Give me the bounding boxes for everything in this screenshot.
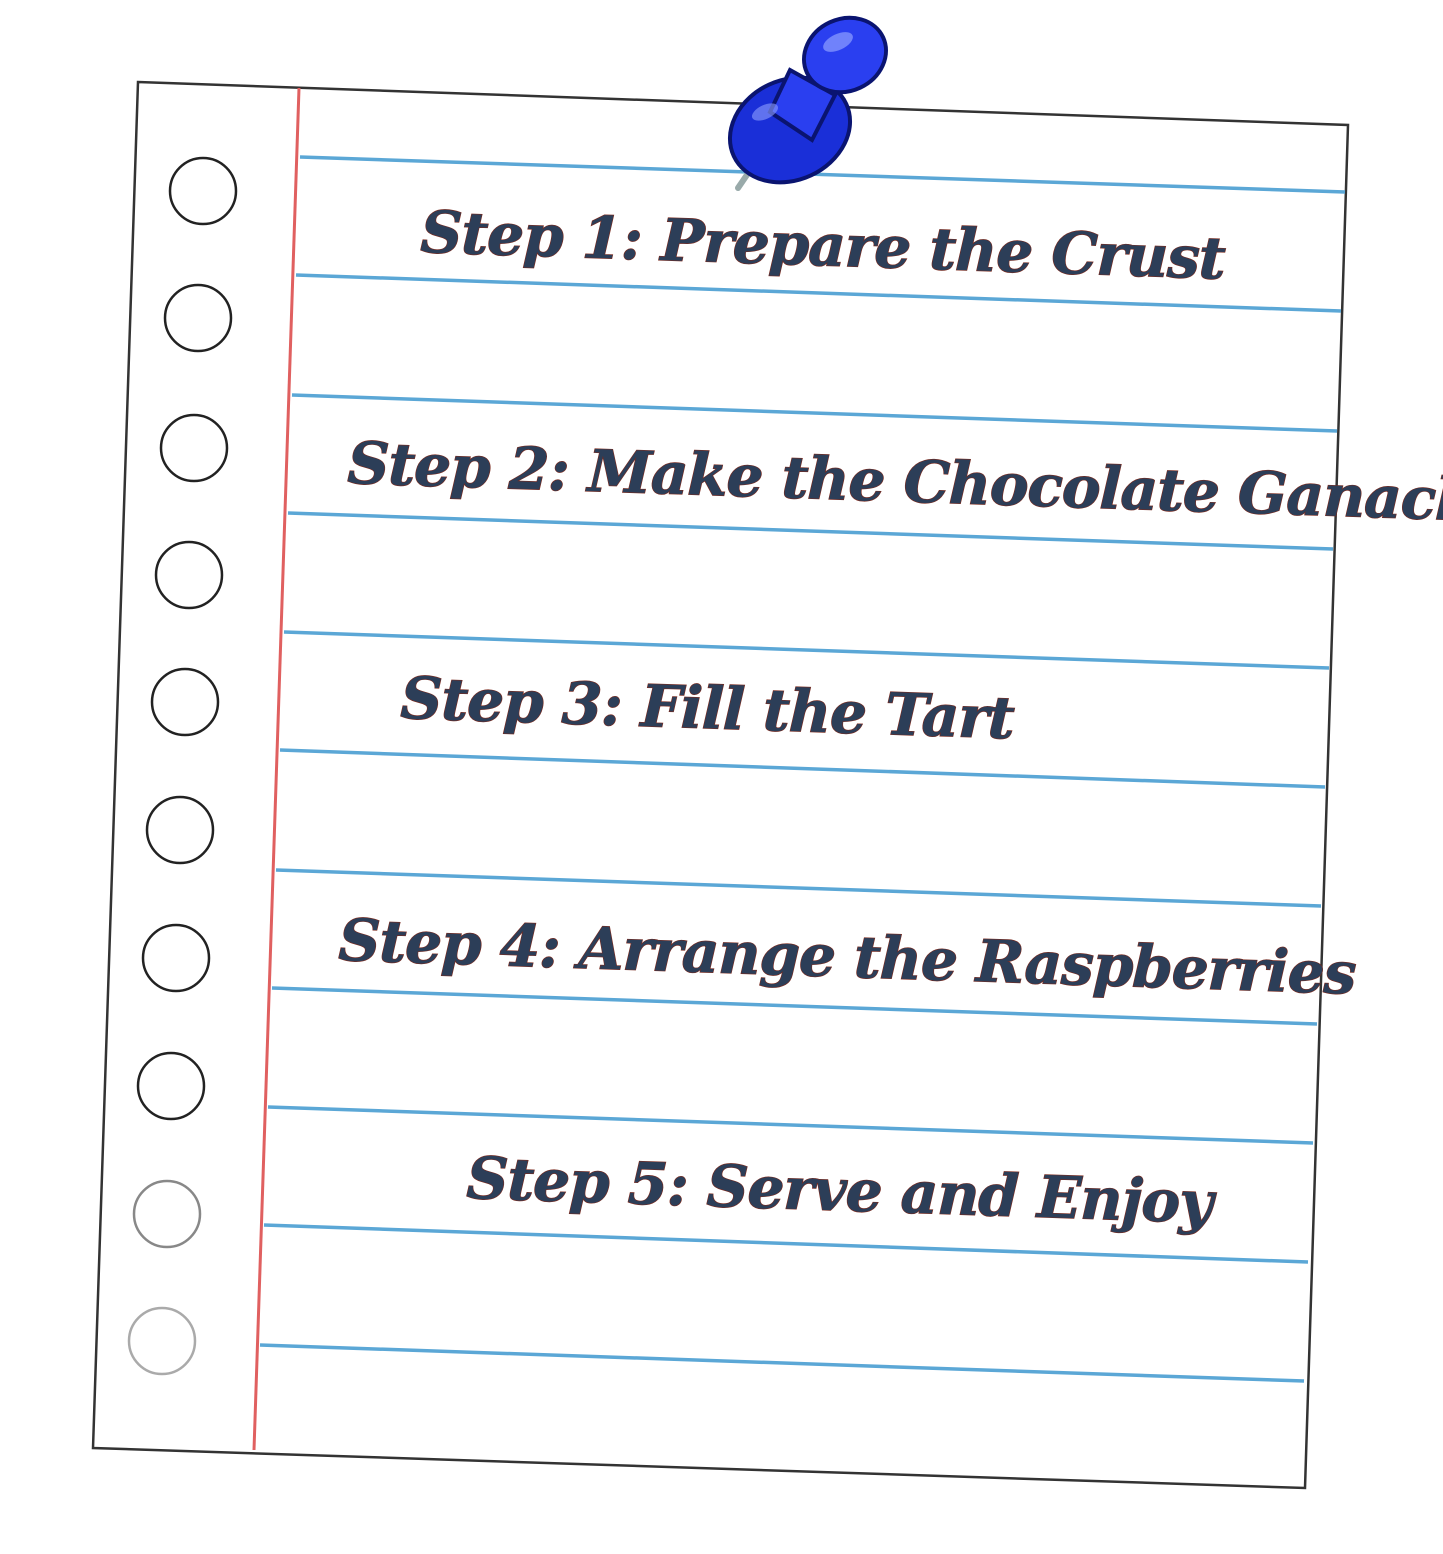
binder-hole: [145, 795, 215, 865]
binder-hole: [154, 540, 224, 610]
binder-hole: [136, 1051, 206, 1121]
binder-hole: [132, 1179, 202, 1249]
binder-hole: [141, 923, 211, 993]
binder-hole: [168, 156, 238, 226]
notebook-page: Step 1: Prepare the Crust Step 2: Make t…: [91, 15, 1443, 1490]
binder-hole: [150, 667, 220, 737]
binder-hole: [163, 283, 233, 353]
notebook-page-scene: Step 1: Prepare the Crust Step 2: Make t…: [0, 0, 1443, 1554]
binder-hole: [127, 1306, 197, 1376]
binder-hole: [159, 413, 229, 483]
paper-sheet: [91, 80, 1350, 1490]
